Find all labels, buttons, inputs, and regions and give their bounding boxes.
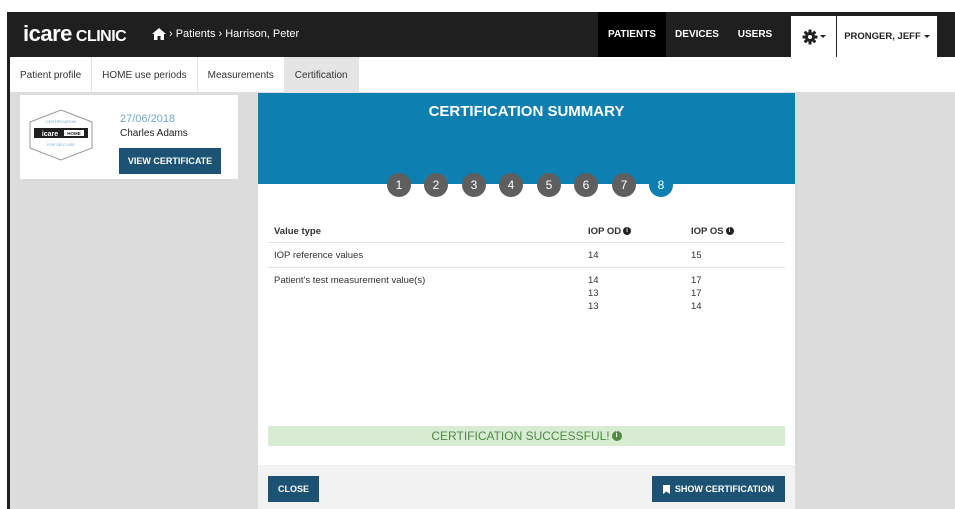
logo-product: CLINIC — [75, 28, 127, 45]
iop-os-value: 14 — [691, 301, 702, 312]
chevron-down-icon — [819, 35, 826, 38]
show-certification-button[interactable]: SHOW CERTIFICATION — [652, 476, 785, 502]
header-iop-od: IOP OD i — [588, 226, 632, 237]
badge-top-text: CERTIFICATION — [46, 119, 76, 124]
row-label: IOP reference values — [274, 250, 364, 261]
info-icon[interactable]: i — [725, 227, 734, 236]
nav-patients[interactable]: PATIENTS — [598, 12, 666, 57]
app-logo[interactable]: icare CLINIC — [23, 21, 127, 47]
main-content: CERTIFICATION icare HOME FOR SELF-USE 27… — [10, 93, 955, 509]
step-7[interactable]: 7 — [612, 173, 636, 197]
iop-os-value: 15 — [691, 250, 702, 261]
info-icon: i — [611, 431, 622, 441]
home-icon[interactable] — [152, 28, 166, 40]
logo-brand: icare — [23, 21, 72, 46]
settings-dropdown[interactable] — [791, 16, 836, 57]
badge-bottom-text: FOR SELF-USE — [47, 143, 75, 147]
iop-os-value: 17 — [691, 288, 702, 299]
table-row: Patient's test measurement value(s) 14 1… — [268, 268, 785, 320]
certificate-card: CERTIFICATION icare HOME FOR SELF-USE 27… — [20, 95, 238, 179]
app-window: icare CLINIC › Patients › Harrison, Peter… — [0, 0, 955, 509]
tab-patient-profile[interactable]: Patient profile — [10, 57, 93, 93]
iop-os-value: 17 — [691, 275, 702, 286]
header-value-type: Value type — [274, 226, 321, 237]
modal-footer: CLOSE SHOW CERTIFICATION — [258, 465, 795, 509]
close-button[interactable]: CLOSE — [268, 476, 319, 502]
bookmark-icon — [662, 484, 670, 494]
info-icon[interactable]: i — [623, 227, 632, 236]
step-indicator: 1 2 3 4 5 6 7 8 — [258, 173, 795, 197]
modal-title: CERTIFICATION SUMMARY — [428, 103, 625, 120]
nav-devices[interactable]: DEVICES — [666, 12, 728, 57]
modal-header: CERTIFICATION SUMMARY — [258, 93, 795, 184]
certificate-date: 27/06/2018 — [120, 113, 176, 125]
values-table: Value type IOP OD i IOP OS i IOP reference… — [268, 220, 785, 320]
chevron-down-icon — [923, 35, 930, 38]
certification-badge-logo: CERTIFICATION icare HOME FOR SELF-USE — [29, 109, 93, 161]
user-name: PRONGER, JEFF — [844, 31, 921, 42]
tab-bar: Patient profile HOME use periods Measure… — [10, 57, 955, 93]
show-certification-label: SHOW CERTIFICATION — [674, 484, 775, 494]
step-1[interactable]: 1 — [387, 173, 411, 197]
step-4[interactable]: 4 — [499, 173, 523, 197]
iop-od-value: 14 — [588, 250, 599, 261]
iop-od-value: 14 — [588, 275, 599, 286]
tab-measurements[interactable]: Measurements — [198, 57, 285, 93]
step-8[interactable]: 8 — [649, 173, 673, 197]
tab-certification[interactable]: Certification — [284, 57, 359, 93]
success-message: CERTIFICATION SUCCESSFUL! i — [268, 426, 785, 446]
iop-od-value: 13 — [588, 301, 599, 312]
step-3[interactable]: 3 — [462, 173, 486, 197]
table-row: IOP reference values 14 15 — [268, 243, 785, 268]
step-2[interactable]: 2 — [424, 173, 448, 197]
breadcrumb-path[interactable]: › Patients › Harrison, Peter — [169, 28, 299, 40]
tab-home-use-periods[interactable]: HOME use periods — [92, 57, 198, 93]
top-navbar: icare CLINIC › Patients › Harrison, Peter… — [7, 12, 955, 57]
badge-home-text: HOME — [67, 131, 81, 136]
badge-brand-text: icare — [42, 131, 58, 138]
header-iop-os: IOP OS i — [691, 226, 734, 237]
iop-od-value: 13 — [588, 288, 599, 299]
view-certificate-button[interactable]: VIEW CERTIFICATE — [119, 148, 221, 174]
user-menu[interactable]: PRONGER, JEFF — [837, 16, 937, 57]
gear-icon — [802, 29, 817, 44]
step-6[interactable]: 6 — [574, 173, 598, 197]
breadcrumb: › Patients › Harrison, Peter — [152, 28, 299, 40]
certificate-holder-name: Charles Adams — [120, 128, 188, 139]
step-5[interactable]: 5 — [537, 173, 561, 197]
row-label: Patient's test measurement value(s) — [274, 275, 426, 286]
table-header-row: Value type IOP OD i IOP OS i — [268, 220, 785, 243]
nav-users[interactable]: USERS — [728, 12, 782, 57]
certification-summary-modal: CERTIFICATION SUMMARY 1 2 3 4 5 6 7 8 Va… — [258, 93, 795, 509]
